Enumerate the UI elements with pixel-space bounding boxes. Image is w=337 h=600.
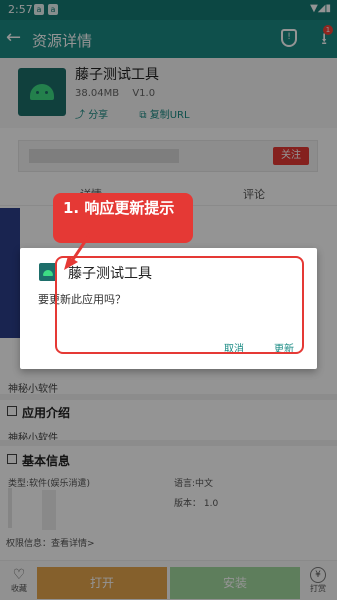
annotation-arrow-icon: [64, 233, 92, 270]
